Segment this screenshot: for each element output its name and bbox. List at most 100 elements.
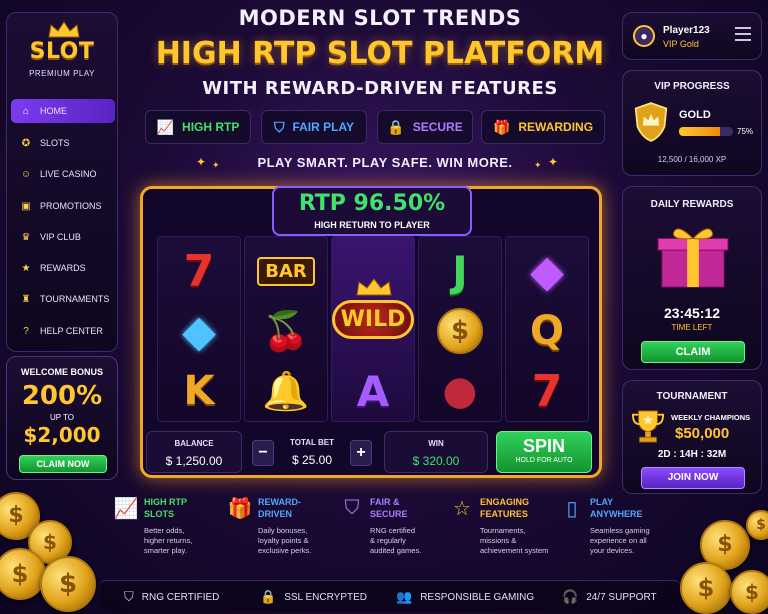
feature-reward-driven: 🎁 REWARD- DRIVEN Daily bonuses, loyalty … [226, 488, 338, 570]
chart-up-icon: 📈 [113, 497, 139, 520]
reel-4: J $ ● [418, 236, 502, 422]
bar-label: BAR [257, 256, 315, 286]
feature-title: FAIR & SECURE [370, 497, 408, 519]
spin-label: SPIN [522, 436, 565, 456]
sidebar-item-live-casino[interactable]: ☺ LIVE CASINO [11, 162, 115, 186]
decrease-bet-button[interactable]: − [252, 440, 274, 466]
sidebar-item-promotions[interactable]: ▣ PROMOTIONS [11, 194, 115, 218]
claim-button[interactable]: CLAIM [641, 341, 745, 363]
crown-icon [48, 21, 80, 38]
star-icon: ★ [21, 262, 31, 274]
feature-title: PLAY ANYWHERE [590, 497, 643, 519]
vip-level: GOLD [679, 109, 711, 121]
symbol-plum: ● [442, 368, 478, 414]
rtp-badge: RTP 96.50% HIGH RETURN TO PLAYER [272, 186, 472, 236]
trust-support: 🎧 24/7 SUPPORT [562, 581, 657, 613]
help-icon: ? [23, 325, 29, 337]
home-icon: ⌂ [22, 105, 30, 117]
page-title: HIGH RTP SLOT PLATFORM [155, 36, 605, 71]
symbol-jack: J [452, 246, 468, 296]
gift-icon: ▣ [21, 200, 31, 212]
tournament-prize: $50,000 [675, 425, 730, 442]
pill-secure[interactable]: 🔒 SECURE [377, 110, 473, 144]
tournament-card: TOURNAMENT WEEKLY CHAMPIONS $50,000 2D :… [622, 380, 762, 494]
symbol-seven: 7 [531, 365, 563, 417]
sidebar-item-tournaments[interactable]: ♜ TOURNAMENTS [11, 287, 115, 311]
win-display: WIN $ 320.00 [384, 431, 488, 473]
daily-rewards-title: DAILY REWARDS [650, 199, 734, 210]
feature-fair-secure: ⛉ FAIR & SECURE RNG certified & regularl… [338, 488, 450, 570]
symbol-diamond: ◆ [182, 305, 216, 357]
trust-rng-certified: ⛉ RNG CERTIFIED [124, 581, 219, 613]
pill-high-rtp[interactable]: 📈 HIGH RTP [145, 110, 251, 144]
welcome-bonus-percent: 200% [21, 381, 103, 411]
tournament-title: TOURNAMENT [656, 391, 728, 402]
slot-chip-icon: ✪ [21, 137, 31, 149]
sidebar-item-label: PROMOTIONS [40, 201, 102, 211]
symbol-ace: A [356, 366, 390, 416]
gift-box-icon [657, 228, 729, 288]
daily-time-left: TIME LEFT [671, 323, 713, 332]
claim-now-button[interactable]: CLAIM NOW [19, 455, 107, 473]
welcome-bonus-amount: $2,000 [23, 423, 101, 447]
shield-check-icon: ⛉ [124, 589, 134, 604]
symbol-diamond: ◆ [530, 245, 564, 297]
pill-rewarding[interactable]: 🎁 REWARDING [481, 110, 605, 144]
sidebar-item-label: LIVE CASINO [40, 169, 97, 179]
welcome-bonus-up-to: UP TO [49, 413, 74, 422]
tournament-countdown: 2D : 14H : 32M [657, 449, 727, 460]
profile-card[interactable]: ● Player123 VIP Gold [622, 12, 762, 60]
symbol-queen: Q [529, 308, 564, 354]
vip-progress-card: VIP PROGRESS GOLD 75% 12,500 / 16,000 XP [622, 70, 762, 176]
coin-decoration: $ [0, 548, 46, 600]
trophy-icon: ♜ [21, 293, 31, 305]
win-label: WIN [428, 439, 444, 448]
symbol-cherry: 🍒 [262, 308, 310, 353]
tournament-subtitle: WEEKLY CHAMPIONS [671, 413, 751, 422]
mobile-icon: ▯ [566, 497, 578, 520]
reel-1: 7 ◆ K [157, 236, 241, 422]
feature-title: ENGAGING FEATURES [480, 497, 530, 519]
vip-xp: 12,500 / 16,000 XP [657, 155, 727, 164]
sidebar-item-label: SLOTS [40, 138, 70, 148]
feature-desc: Tournaments, missions & achievement syst… [480, 526, 549, 555]
sidebar-item-home[interactable]: ⌂ HOME [11, 99, 115, 123]
pill-fair-play[interactable]: ⛉ FAIR PLAY [261, 110, 367, 144]
sidebar-item-label: HELP CENTER [40, 326, 103, 336]
spin-button[interactable]: SPIN HOLD FOR AUTO [496, 431, 592, 473]
balance-value: $ 1,250.00 [165, 454, 223, 468]
daily-timer: 23:45:12 [663, 305, 721, 321]
lock-icon: 🔒 [387, 118, 405, 135]
sidebar-item-slots[interactable]: ✪ SLOTS [11, 131, 115, 155]
tagline: PLAY SMART. PLAY SAFE. WIN MORE. [257, 155, 513, 170]
sparkle-icon: ✦ [534, 160, 542, 170]
vip-progress-title: VIP PROGRESS [654, 81, 730, 92]
feature-engaging: ☆ ENGAGING FEATURES Tournaments, mission… [448, 488, 560, 570]
feature-desc: Better odds, higher returns, smarter pla… [144, 526, 193, 555]
welcome-bonus-title: WELCOME BONUS [21, 367, 103, 377]
menu-icon[interactable] [735, 27, 751, 41]
symbol-bar: BAR [245, 241, 327, 301]
feature-desc: RNG certified & regularly audited games. [370, 526, 422, 555]
trust-bar: ⛉ RNG CERTIFIED 🔒 SSL ENCRYPTED 👥 RESPON… [100, 580, 680, 612]
vip-progress-bar [679, 127, 733, 136]
shield-icon: ⛉ [344, 496, 360, 519]
trust-label: SSL ENCRYPTED [284, 591, 367, 603]
trust-label: 24/7 SUPPORT [586, 591, 657, 603]
increase-bet-button[interactable]: + [350, 440, 372, 466]
total-bet-display: TOTAL BET $ 25.00 [278, 431, 346, 473]
sidebar-item-label: REWARDS [40, 263, 86, 273]
feature-desc: Daily bonuses, loyalty points & exclusiv… [258, 526, 312, 555]
sparkle-icon: ✦ [548, 155, 559, 169]
vip-percent: 75% [737, 127, 754, 136]
sidebar-item-rewards[interactable]: ★ REWARDS [11, 256, 115, 280]
daily-rewards-card: DAILY REWARDS 23:45:12 TIME LEFT CLAIM [622, 186, 762, 370]
wild-label: WILD [331, 299, 415, 339]
join-now-button[interactable]: JOIN NOW [641, 467, 745, 489]
spin-sublabel: HOLD FOR AUTO [515, 457, 573, 464]
shield-crown-icon [634, 102, 668, 142]
sidebar-item-help-center[interactable]: ? HELP CENTER [11, 319, 115, 343]
trophy-icon [631, 410, 665, 443]
sidebar-item-vip-club[interactable]: ♛ VIP CLUB [11, 225, 115, 249]
trust-responsible-gaming: 👥 RESPONSIBLE GAMING [396, 581, 534, 613]
